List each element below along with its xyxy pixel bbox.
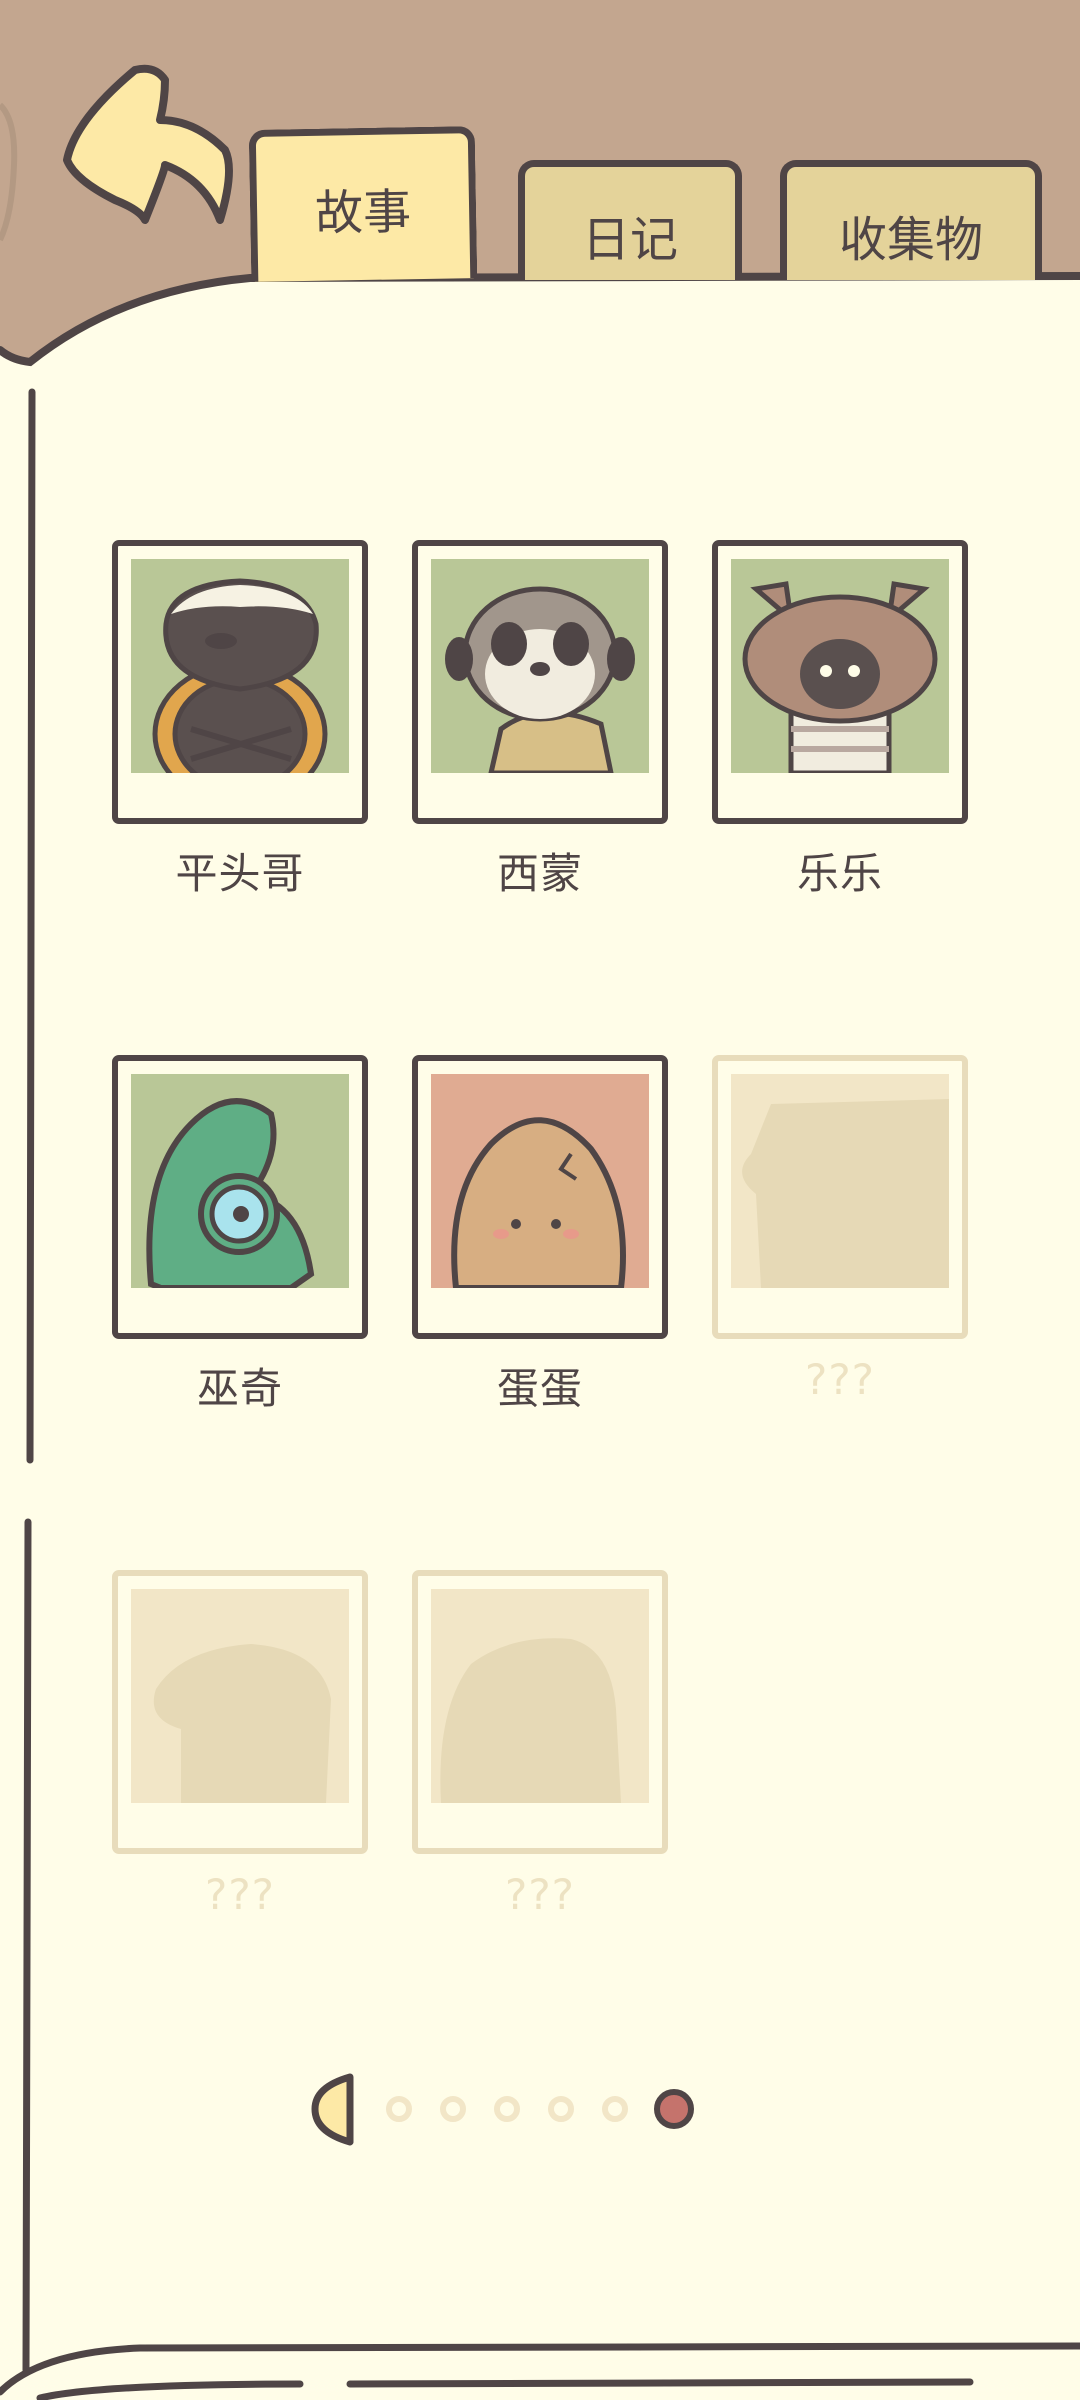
- page-dot-1[interactable]: [386, 2096, 412, 2122]
- tab-story[interactable]: 故事: [248, 126, 478, 282]
- character-name-locked: ???: [505, 1870, 575, 1919]
- character-name: 平头哥: [175, 849, 305, 898]
- back-arrow-icon[interactable]: [55, 60, 240, 230]
- character-card-lele[interactable]: [712, 540, 968, 824]
- character-card-locked[interactable]: [712, 1055, 968, 1339]
- egg-portrait: [431, 1074, 649, 1288]
- character-card-locked[interactable]: [412, 1570, 668, 1854]
- honey-badger-portrait: [131, 559, 349, 773]
- character-name: 蛋蛋: [496, 1364, 583, 1413]
- page-dot-6-current[interactable]: [654, 2089, 694, 2129]
- character-name: 西蒙: [496, 849, 583, 898]
- locked-silhouette: [731, 1074, 949, 1288]
- character-card-locked[interactable]: [112, 1570, 368, 1854]
- meerkat-portrait: [431, 559, 649, 773]
- chameleon-portrait: [131, 1074, 349, 1288]
- previous-page-icon[interactable]: [310, 2072, 360, 2146]
- character-card-wuqi[interactable]: [112, 1055, 368, 1339]
- tab-diary-label: 日记: [581, 211, 678, 268]
- character-name: 乐乐: [796, 849, 883, 898]
- character-card-dandan[interactable]: [412, 1055, 668, 1339]
- character-name-locked: ???: [205, 1870, 275, 1919]
- tab-diary[interactable]: 日记: [518, 160, 742, 280]
- tab-story-label: 故事: [314, 183, 412, 242]
- raccoon-portrait: [731, 559, 949, 773]
- locked-silhouette: [131, 1589, 349, 1803]
- page-dot-3[interactable]: [494, 2096, 520, 2122]
- character-card-pingtouge[interactable]: [112, 540, 368, 824]
- character-name: 巫奇: [196, 1364, 283, 1413]
- page-dot-4[interactable]: [548, 2096, 574, 2122]
- tab-collection[interactable]: 收集物: [780, 160, 1042, 280]
- character-card-ximeng[interactable]: [412, 540, 668, 824]
- locked-silhouette: [431, 1589, 649, 1803]
- page-dot-2[interactable]: [440, 2096, 466, 2122]
- tab-collection-label: 收集物: [838, 211, 983, 268]
- page-dot-5[interactable]: [602, 2096, 628, 2122]
- character-name-locked: ???: [805, 1355, 875, 1404]
